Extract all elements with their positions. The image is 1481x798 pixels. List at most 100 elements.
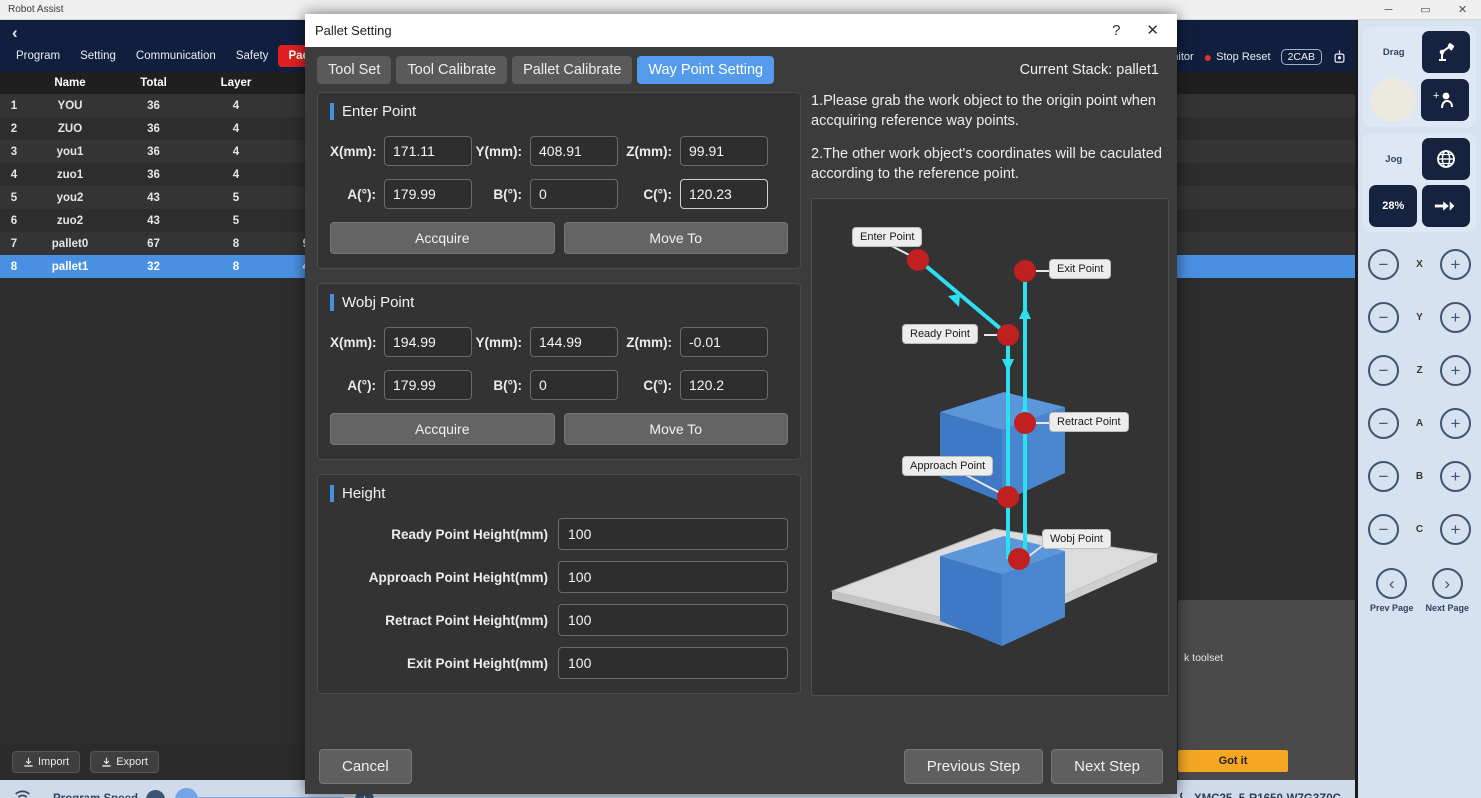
jog-speed-button[interactable]: 28% [1369,185,1418,227]
enter-y-input[interactable] [530,136,618,166]
wobj-y-input[interactable] [530,327,618,357]
axis-y-plus-button[interactable]: + [1439,302,1471,333]
row-name: zuo2 [28,209,112,232]
axis-x-minus-button[interactable]: − [1368,249,1399,280]
wobj-b-input[interactable] [530,370,618,400]
dialog-footer: Cancel Previous Step Next Step [305,738,1177,794]
slider-handle[interactable] [175,787,198,798]
retract-point-height-row: Retract Point Height(mm) [330,604,788,636]
axis-c-minus-button[interactable]: − [1368,514,1399,545]
chevron-right-icon[interactable]: › [1431,568,1463,599]
approach-point-height-input[interactable] [558,561,788,593]
cancel-button[interactable]: Cancel [319,748,412,784]
axis-b-plus-button[interactable]: + [1439,461,1471,492]
close-button[interactable]: ✕ [1444,0,1481,20]
enter-x-label: X(mm): [330,143,377,159]
instruction-1: 1.Please grab the work object to the ori… [811,93,1156,129]
row-layer: 4 [195,163,277,186]
axis-b-minus-button[interactable]: − [1368,461,1399,492]
row-index: 1 [0,94,28,117]
row-total: 43 [112,209,195,232]
enter-b-input[interactable] [530,179,618,209]
axis-c-plus-button[interactable]: + [1439,514,1471,545]
jog-step-button[interactable] [1421,185,1470,227]
height-group: Height Ready Point Height(mm) Approach P… [317,474,801,694]
wobj-c-input[interactable] [680,370,768,400]
axis-row-b: − B + [1358,450,1481,503]
axis-a-label: A [1415,418,1424,429]
add-waypoint-button[interactable]: + [1421,79,1470,121]
mode-badge[interactable]: 2CAB [1280,49,1322,65]
next-step-button[interactable]: Next Step [1051,748,1163,784]
current-stack-label: Current Stack: pallet1 [1019,62,1159,78]
robot-arm-icon [1179,791,1184,798]
nav-tab-program[interactable]: Program [6,45,70,67]
tab-tool-calibrate[interactable]: Tool Calibrate [396,56,508,84]
prev-page-control[interactable]: ‹ Prev Page [1370,568,1414,613]
axis-y-minus-button[interactable]: − [1368,302,1399,333]
axis-z-minus-button[interactable]: − [1368,355,1399,386]
enter-point-move-to-button[interactable]: Move To [563,222,788,254]
dialog-help-button[interactable]: ? [1112,23,1120,38]
row-layer: 4 [195,94,277,117]
axis-row-z: − Z + [1358,344,1481,397]
row-layer: 4 [195,117,277,140]
enter-point-row-2: A(°): B(°): C(°): [330,179,788,209]
wobj-point-acquire-button[interactable]: Accquire [330,413,555,445]
wobj-z-input[interactable] [680,327,768,357]
diagram-label-retract-point: Retract Point [1049,412,1129,433]
enter-a-input[interactable] [384,179,472,209]
nav-tab-setting[interactable]: Setting [70,45,126,67]
wobj-point-move-to-button[interactable]: Move To [563,413,788,445]
axis-z-plus-button[interactable]: + [1439,355,1471,386]
toolbar-stop-reset[interactable]: ● Stop Reset [1204,49,1271,65]
export-button[interactable]: Export [90,751,159,773]
enter-z-input[interactable] [680,136,768,166]
axis-row-a: − A + [1358,397,1481,450]
tab-way-point-setting[interactable]: Way Point Setting [637,56,775,84]
enter-x-input[interactable] [384,136,472,166]
wobj-x-input[interactable] [384,327,472,357]
dialog-close-button[interactable]: ✕ [1146,23,1159,38]
nav-tab-communication[interactable]: Communication [126,45,226,67]
toolbar-robot-icon-btn[interactable] [1332,49,1347,65]
wobj-c-label: C(°): [643,377,672,393]
speed-decrease-button[interactable]: − [146,789,165,798]
next-page-control[interactable]: › Next Page [1425,568,1469,613]
row-index: 8 [0,255,28,278]
import-button[interactable]: Import [12,751,81,773]
row-name: pallet1 [28,255,112,278]
wifi-icon [14,790,31,798]
retract-point-height-input[interactable] [558,604,788,636]
pallet-setting-dialog: Pallet Setting ? ✕ Tool Set Tool Calibra… [305,14,1177,794]
axis-a-minus-button[interactable]: − [1368,408,1399,439]
enter-point-acquire-button[interactable]: Accquire [330,222,555,254]
row-index: 7 [0,232,28,255]
back-icon[interactable]: ‹ [12,23,18,43]
wobj-a-input[interactable] [384,370,472,400]
tab-tool-set[interactable]: Tool Set [317,56,392,84]
coordinate-frame-button[interactable] [1422,138,1471,180]
chevron-left-icon[interactable]: ‹ [1376,568,1408,599]
wobj-point-title: Wobj Point [342,294,415,311]
jog-row-top: Jog [1367,138,1472,180]
ready-point-height-input[interactable] [558,518,788,550]
wobj-z-label: Z(mm): [626,334,672,350]
axis-x-plus-button[interactable]: + [1439,249,1471,280]
waypoint-diagram-svg [830,240,1159,647]
tab-pallet-calibrate[interactable]: Pallet Calibrate [512,56,633,84]
previous-step-button[interactable]: Previous Step [903,748,1044,784]
enter-c-input[interactable] [680,179,768,209]
export-label: Export [116,756,148,768]
maximize-button[interactable]: ▭ [1407,0,1444,20]
enter-point-row-1: X(mm): Y(mm): Z(mm): [330,136,788,166]
axis-a-plus-button[interactable]: + [1439,408,1471,439]
drag-mode-button[interactable] [1422,31,1471,73]
minimize-button[interactable]: ─ [1370,0,1407,20]
exit-point-height-input[interactable] [558,647,788,679]
drag-touchpad[interactable] [1369,78,1416,122]
got-it-button[interactable]: Got it [1178,750,1288,772]
drag-label: Drag [1382,46,1405,58]
nav-tab-safety[interactable]: Safety [226,45,279,67]
wobj-point-group: Wobj Point X(mm): Y(mm): Z(mm): A(°): B(… [317,283,801,460]
